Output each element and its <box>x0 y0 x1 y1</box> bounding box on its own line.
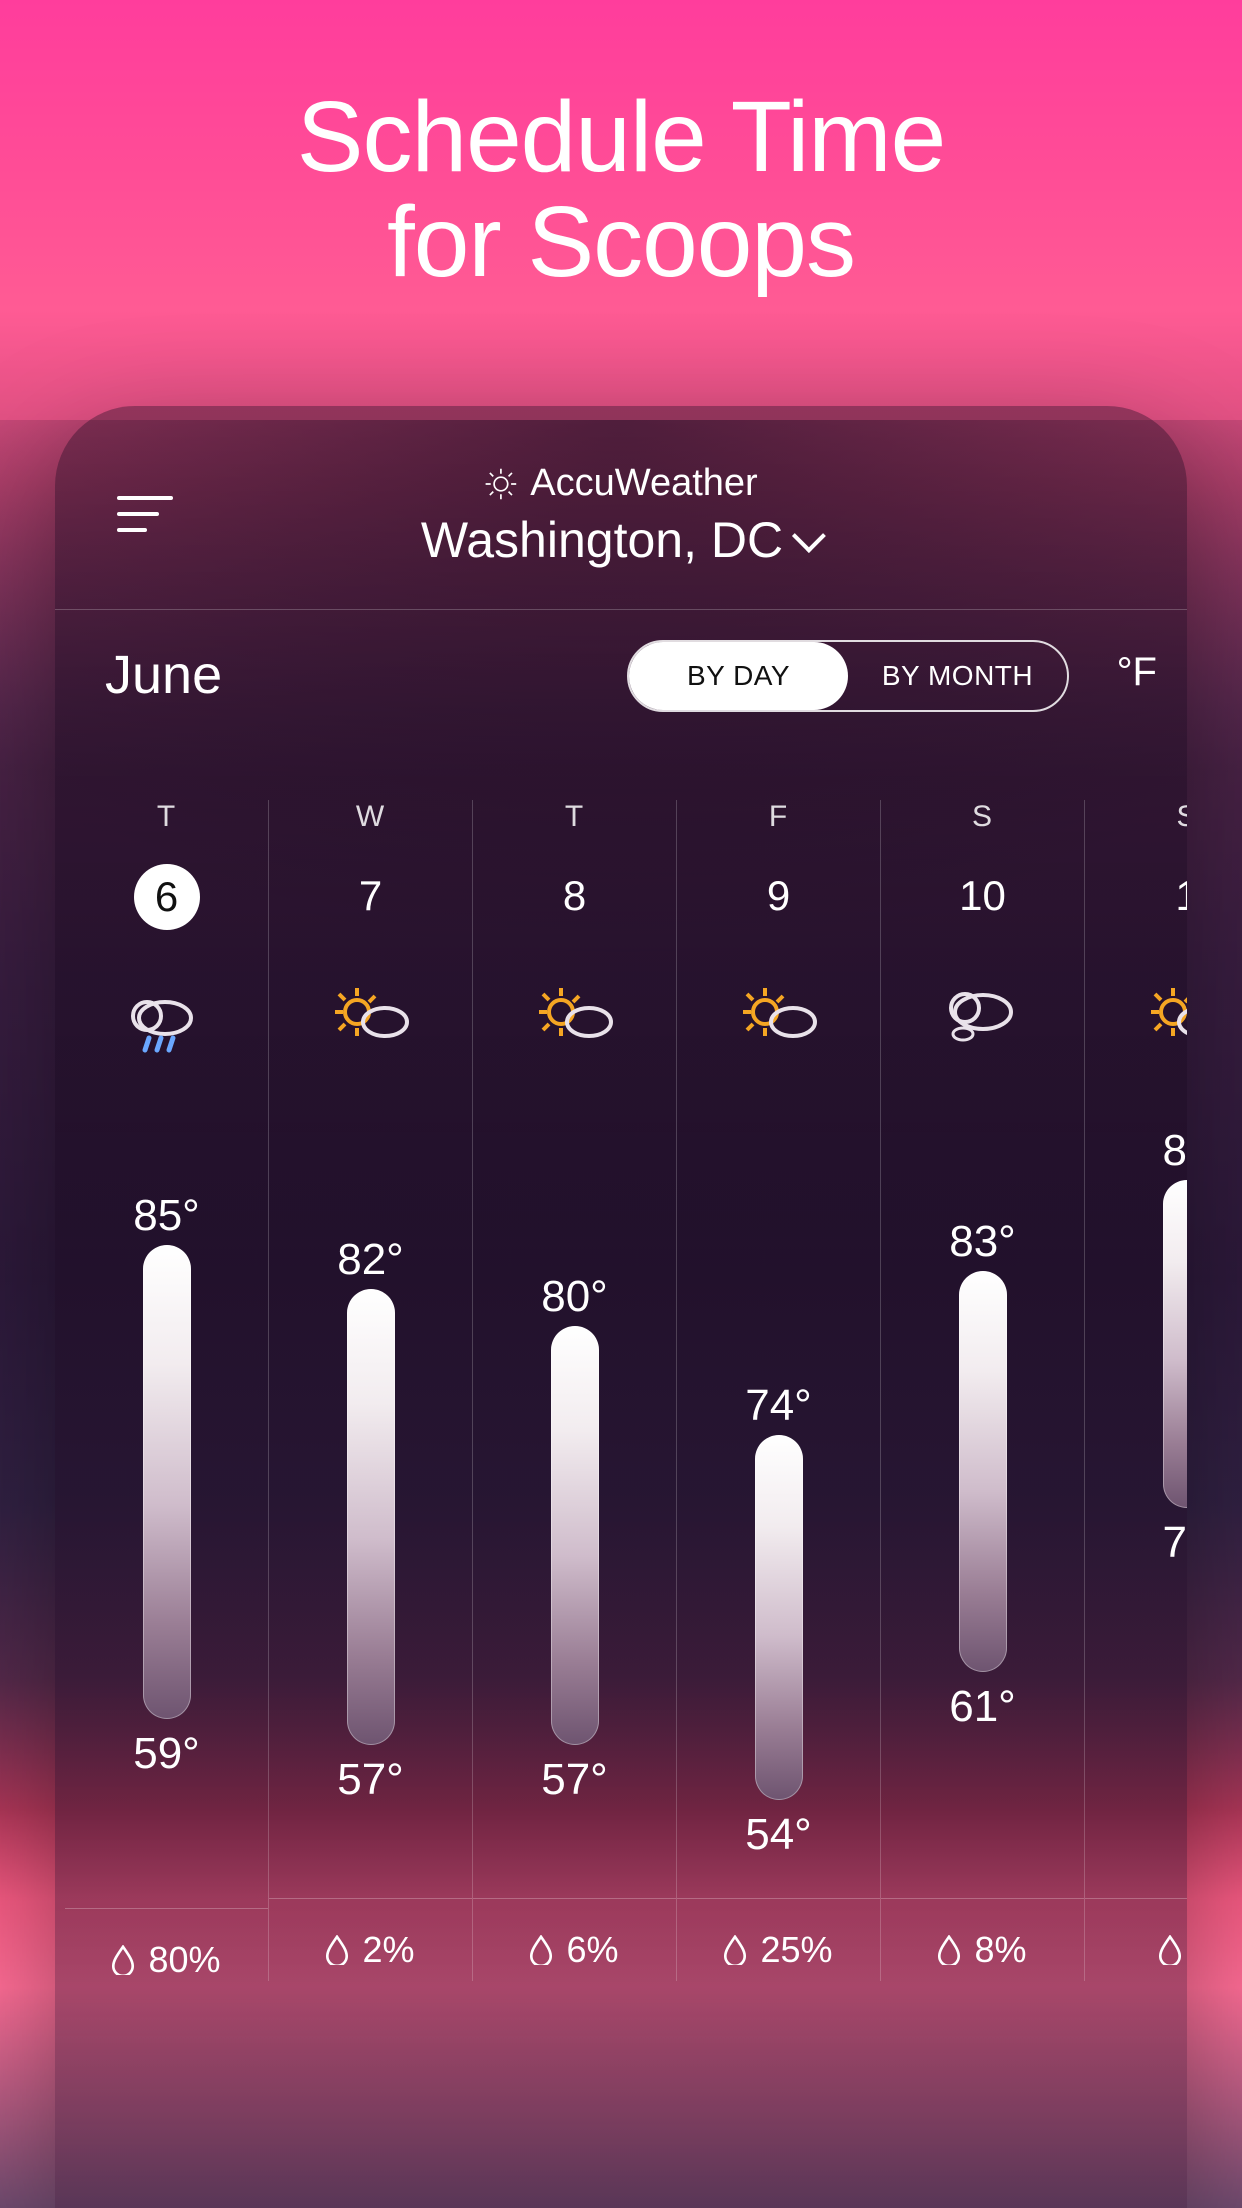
temp-bar <box>143 1245 191 1719</box>
low-temp: 59° <box>65 1729 268 1779</box>
forecast-day[interactable]: F 9 74° 54° 25% <box>677 800 881 1981</box>
forecast-day[interactable]: T 6 85° 59° 80% <box>65 800 269 1981</box>
rain-icon <box>122 988 212 1060</box>
app-bar: AccuWeather Washington, DC <box>55 406 1187 610</box>
month-label: June <box>105 644 222 706</box>
day-number-today: 6 <box>134 864 200 930</box>
temp-bar <box>755 1435 803 1800</box>
brand-text: AccuWeather <box>530 462 757 505</box>
partly-sunny-icon <box>326 978 416 1050</box>
high-temp: 88 <box>1085 1126 1187 1176</box>
low-temp: 61° <box>881 1682 1084 1732</box>
day-of-week: S <box>881 800 1084 834</box>
day-of-week: T <box>473 800 676 834</box>
day-number: 1 <box>1085 872 1187 920</box>
sun-logo-icon <box>484 467 518 501</box>
day-of-week: T <box>65 800 268 834</box>
day-number: 10 <box>881 872 1084 920</box>
forecast-day[interactable]: W 7 82° 57° 2% <box>269 800 473 1981</box>
high-temp: 85° <box>65 1191 268 1241</box>
raindrop-icon <box>326 1935 348 1965</box>
menu-icon[interactable] <box>117 496 173 536</box>
low-temp: 57° <box>473 1755 676 1805</box>
day-number: 8 <box>473 872 676 920</box>
temp-range: 83° 61° <box>881 1120 1084 1880</box>
temp-range: 82° 57° <box>269 1120 472 1880</box>
precip-row: 6% <box>473 1898 676 1971</box>
precip-value: 2% <box>362 1929 414 1971</box>
day-number: 9 <box>677 872 880 920</box>
toggle-by-month[interactable]: BY MONTH <box>848 642 1067 710</box>
promo-headline: Schedule Time for Scoops <box>0 85 1242 295</box>
partly-sunny-icon <box>530 978 620 1050</box>
high-temp: 82° <box>269 1235 472 1285</box>
day-of-week: S <box>1085 800 1187 834</box>
day-number: 7 <box>269 872 472 920</box>
precip-value: 6% <box>566 1929 618 1971</box>
raindrop-icon <box>530 1935 552 1965</box>
precip-value: 80% <box>148 1939 220 1981</box>
low-temp: 57° <box>269 1755 472 1805</box>
view-toggle: BY DAY BY MONTH <box>627 640 1069 712</box>
day-of-week: W <box>269 800 472 834</box>
precip-row: 8% <box>881 1898 1084 1971</box>
toggle-by-day[interactable]: BY DAY <box>629 642 848 710</box>
precip-row: 80% <box>65 1908 268 1981</box>
low-temp: 70 <box>1085 1518 1187 1568</box>
temp-bar <box>551 1326 599 1745</box>
high-temp: 74° <box>677 1381 880 1431</box>
temp-range: 74° 54° <box>677 1120 880 1880</box>
day-of-week: F <box>677 800 880 834</box>
raindrop-icon <box>724 1935 746 1965</box>
precip-row: 1 <box>1085 1898 1187 1971</box>
app-screen: AccuWeather Washington, DC June BY DAY B… <box>55 406 1187 2208</box>
low-temp: 54° <box>677 1810 880 1860</box>
raindrop-icon <box>112 1945 134 1975</box>
forecast-days[interactable]: T 6 85° 59° 80% W 7 82° 57° 2% T 8 <box>55 800 1187 1981</box>
temp-bar <box>347 1289 395 1745</box>
forecast-day[interactable]: S 10 83° 61° 8% <box>881 800 1085 1981</box>
temp-range: 85° 59° <box>65 1130 268 1890</box>
brand-logo: AccuWeather <box>421 462 821 505</box>
unit-toggle[interactable]: °F <box>1117 650 1157 695</box>
temp-bar <box>1163 1180 1187 1508</box>
forecast-day[interactable]: S 1 88 70 1 <box>1085 800 1187 1981</box>
temp-range: 88 70 <box>1085 1120 1187 1880</box>
temp-range: 80° 57° <box>473 1120 676 1880</box>
location-text: Washington, DC <box>421 511 783 569</box>
location-selector[interactable]: Washington, DC <box>421 511 821 569</box>
chevron-down-icon <box>792 519 826 553</box>
precip-row: 2% <box>269 1898 472 1971</box>
raindrop-icon <box>938 1935 960 1965</box>
high-temp: 83° <box>881 1217 1084 1267</box>
high-temp: 80° <box>473 1272 676 1322</box>
cloudy-icon <box>938 978 1028 1050</box>
partly-sunny-icon <box>734 978 824 1050</box>
partly-sunny-icon <box>1142 978 1187 1050</box>
headline-line2: for Scoops <box>387 186 855 298</box>
precip-row: 25% <box>677 1898 880 1971</box>
headline-line1: Schedule Time <box>297 81 945 193</box>
temp-bar <box>959 1271 1007 1672</box>
raindrop-icon <box>1159 1935 1181 1965</box>
forecast-day[interactable]: T 8 80° 57° 6% <box>473 800 677 1981</box>
precip-value: 8% <box>974 1929 1026 1971</box>
precip-value: 25% <box>760 1929 832 1971</box>
